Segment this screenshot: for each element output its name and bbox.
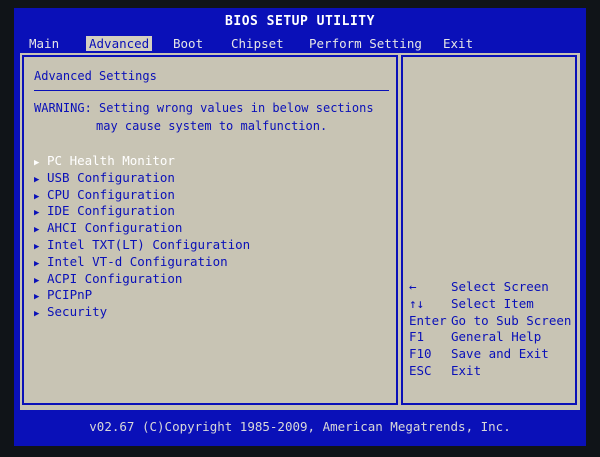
menu-tab-chipset[interactable]: Chipset (228, 36, 287, 51)
key-help-desc: Go to Sub Screen (451, 312, 572, 328)
submenu-item-usb-configuration[interactable]: ▶ USB Configuration (34, 170, 250, 187)
submenu-item-cpu-configuration[interactable]: ▶ CPU Configuration (34, 187, 250, 204)
submenu-item-label: Security (47, 304, 108, 320)
key-help-desc: General Help (451, 329, 542, 345)
bios-screen: BIOS SETUP UTILITY Main Advanced Boot Ch… (14, 8, 586, 446)
submenu-item-acpi-configuration[interactable]: ▶ ACPI Configuration (34, 271, 250, 288)
key-help-key: F10 (409, 346, 432, 362)
submenu-item-label: PC Health Monitor (47, 153, 175, 168)
key-help-row: ← Select Screen (409, 279, 577, 296)
submenu-item-label: USB Configuration (47, 169, 175, 185)
menu-tab-boot[interactable]: Boot (170, 36, 206, 51)
section-divider (34, 90, 389, 91)
submenu-item-ide-configuration[interactable]: ▶ IDE Configuration (34, 203, 250, 220)
key-help-key: ESC (409, 362, 432, 378)
submenu-item-label: IDE Configuration (47, 203, 175, 219)
key-help-row: Enter Go to Sub Screen (409, 313, 577, 330)
settings-panel: Advanced Settings WARNING: Setting wrong… (22, 55, 398, 405)
key-help-desc: Save and Exit (451, 346, 549, 362)
submenu-item-label: Intel TXT(LT) Configuration (47, 236, 251, 252)
key-help-desc: Select Item (451, 295, 534, 311)
key-help-list: ← Select Screen ↑↓ Select Item Enter Go to … (409, 279, 577, 380)
menu-tab-main[interactable]: Main (26, 36, 62, 51)
menu-tab-advanced[interactable]: Advanced (86, 36, 153, 51)
help-panel: ← Select Screen ↑↓ Select Item Enter Go to … (401, 55, 577, 405)
submenu-item-security[interactable]: ▶ Security (34, 304, 250, 321)
section-title: Advanced Settings (34, 69, 157, 83)
submenu-item-pc-health-monitor[interactable]: ▶ PC Health Monitor (34, 153, 250, 170)
menu-tab-perform-setting[interactable]: Perform Setting (306, 36, 425, 51)
submenu-item-label: PCIPnP (47, 287, 93, 303)
submenu-item-label: CPU Configuration (47, 186, 175, 202)
key-help-key: F1 (409, 329, 425, 345)
triangle-right-icon: ▶ (34, 309, 40, 320)
menu-bar: Main Advanced Boot Chipset Perform Setti… (20, 34, 580, 52)
submenu-item-intel-vtd-configuration[interactable]: ▶ Intel VT-d Configuration (34, 254, 250, 271)
key-help-key: Enter (409, 312, 447, 328)
arrow-left-right-icon: ← (409, 279, 417, 294)
key-help-row: ESC Exit (409, 363, 577, 380)
submenu-item-pcipnp[interactable]: ▶ PCIPnP (34, 287, 250, 304)
menu-tab-exit[interactable]: Exit (440, 36, 476, 51)
submenu-list: ▶ PC Health Monitor ▶ USB Configuration ▶ C… (34, 153, 250, 321)
submenu-item-intel-txt-configuration[interactable]: ▶ Intel TXT(LT) Configuration (34, 237, 250, 254)
submenu-item-label: ACPI Configuration (47, 270, 183, 286)
submenu-item-label: Intel VT-d Configuration (47, 253, 228, 269)
warning-line-1: WARNING: Setting wrong values in below s… (34, 101, 374, 115)
key-help-row: ↑↓ Select Item (409, 296, 577, 313)
submenu-item-ahci-configuration[interactable]: ▶ AHCI Configuration (34, 220, 250, 237)
bios-title: BIOS SETUP UTILITY (225, 14, 375, 29)
warning-message: WARNING: Setting wrong values in below s… (34, 99, 394, 135)
arrow-up-down-icon: ↑↓ (409, 295, 425, 311)
key-help-row: F10 Save and Exit (409, 346, 577, 363)
copyright-footer: v02.67 (C)Copyright 1985-2009, American … (89, 419, 511, 434)
key-help-desc: Select Screen (451, 279, 549, 294)
main-panel: Advanced Settings WARNING: Setting wrong… (20, 53, 580, 410)
key-help-row: F1 General Help (409, 329, 577, 346)
submenu-item-label: AHCI Configuration (47, 220, 183, 236)
key-help-desc: Exit (451, 362, 482, 378)
warning-line-2: may cause system to malfunction. (96, 119, 328, 133)
